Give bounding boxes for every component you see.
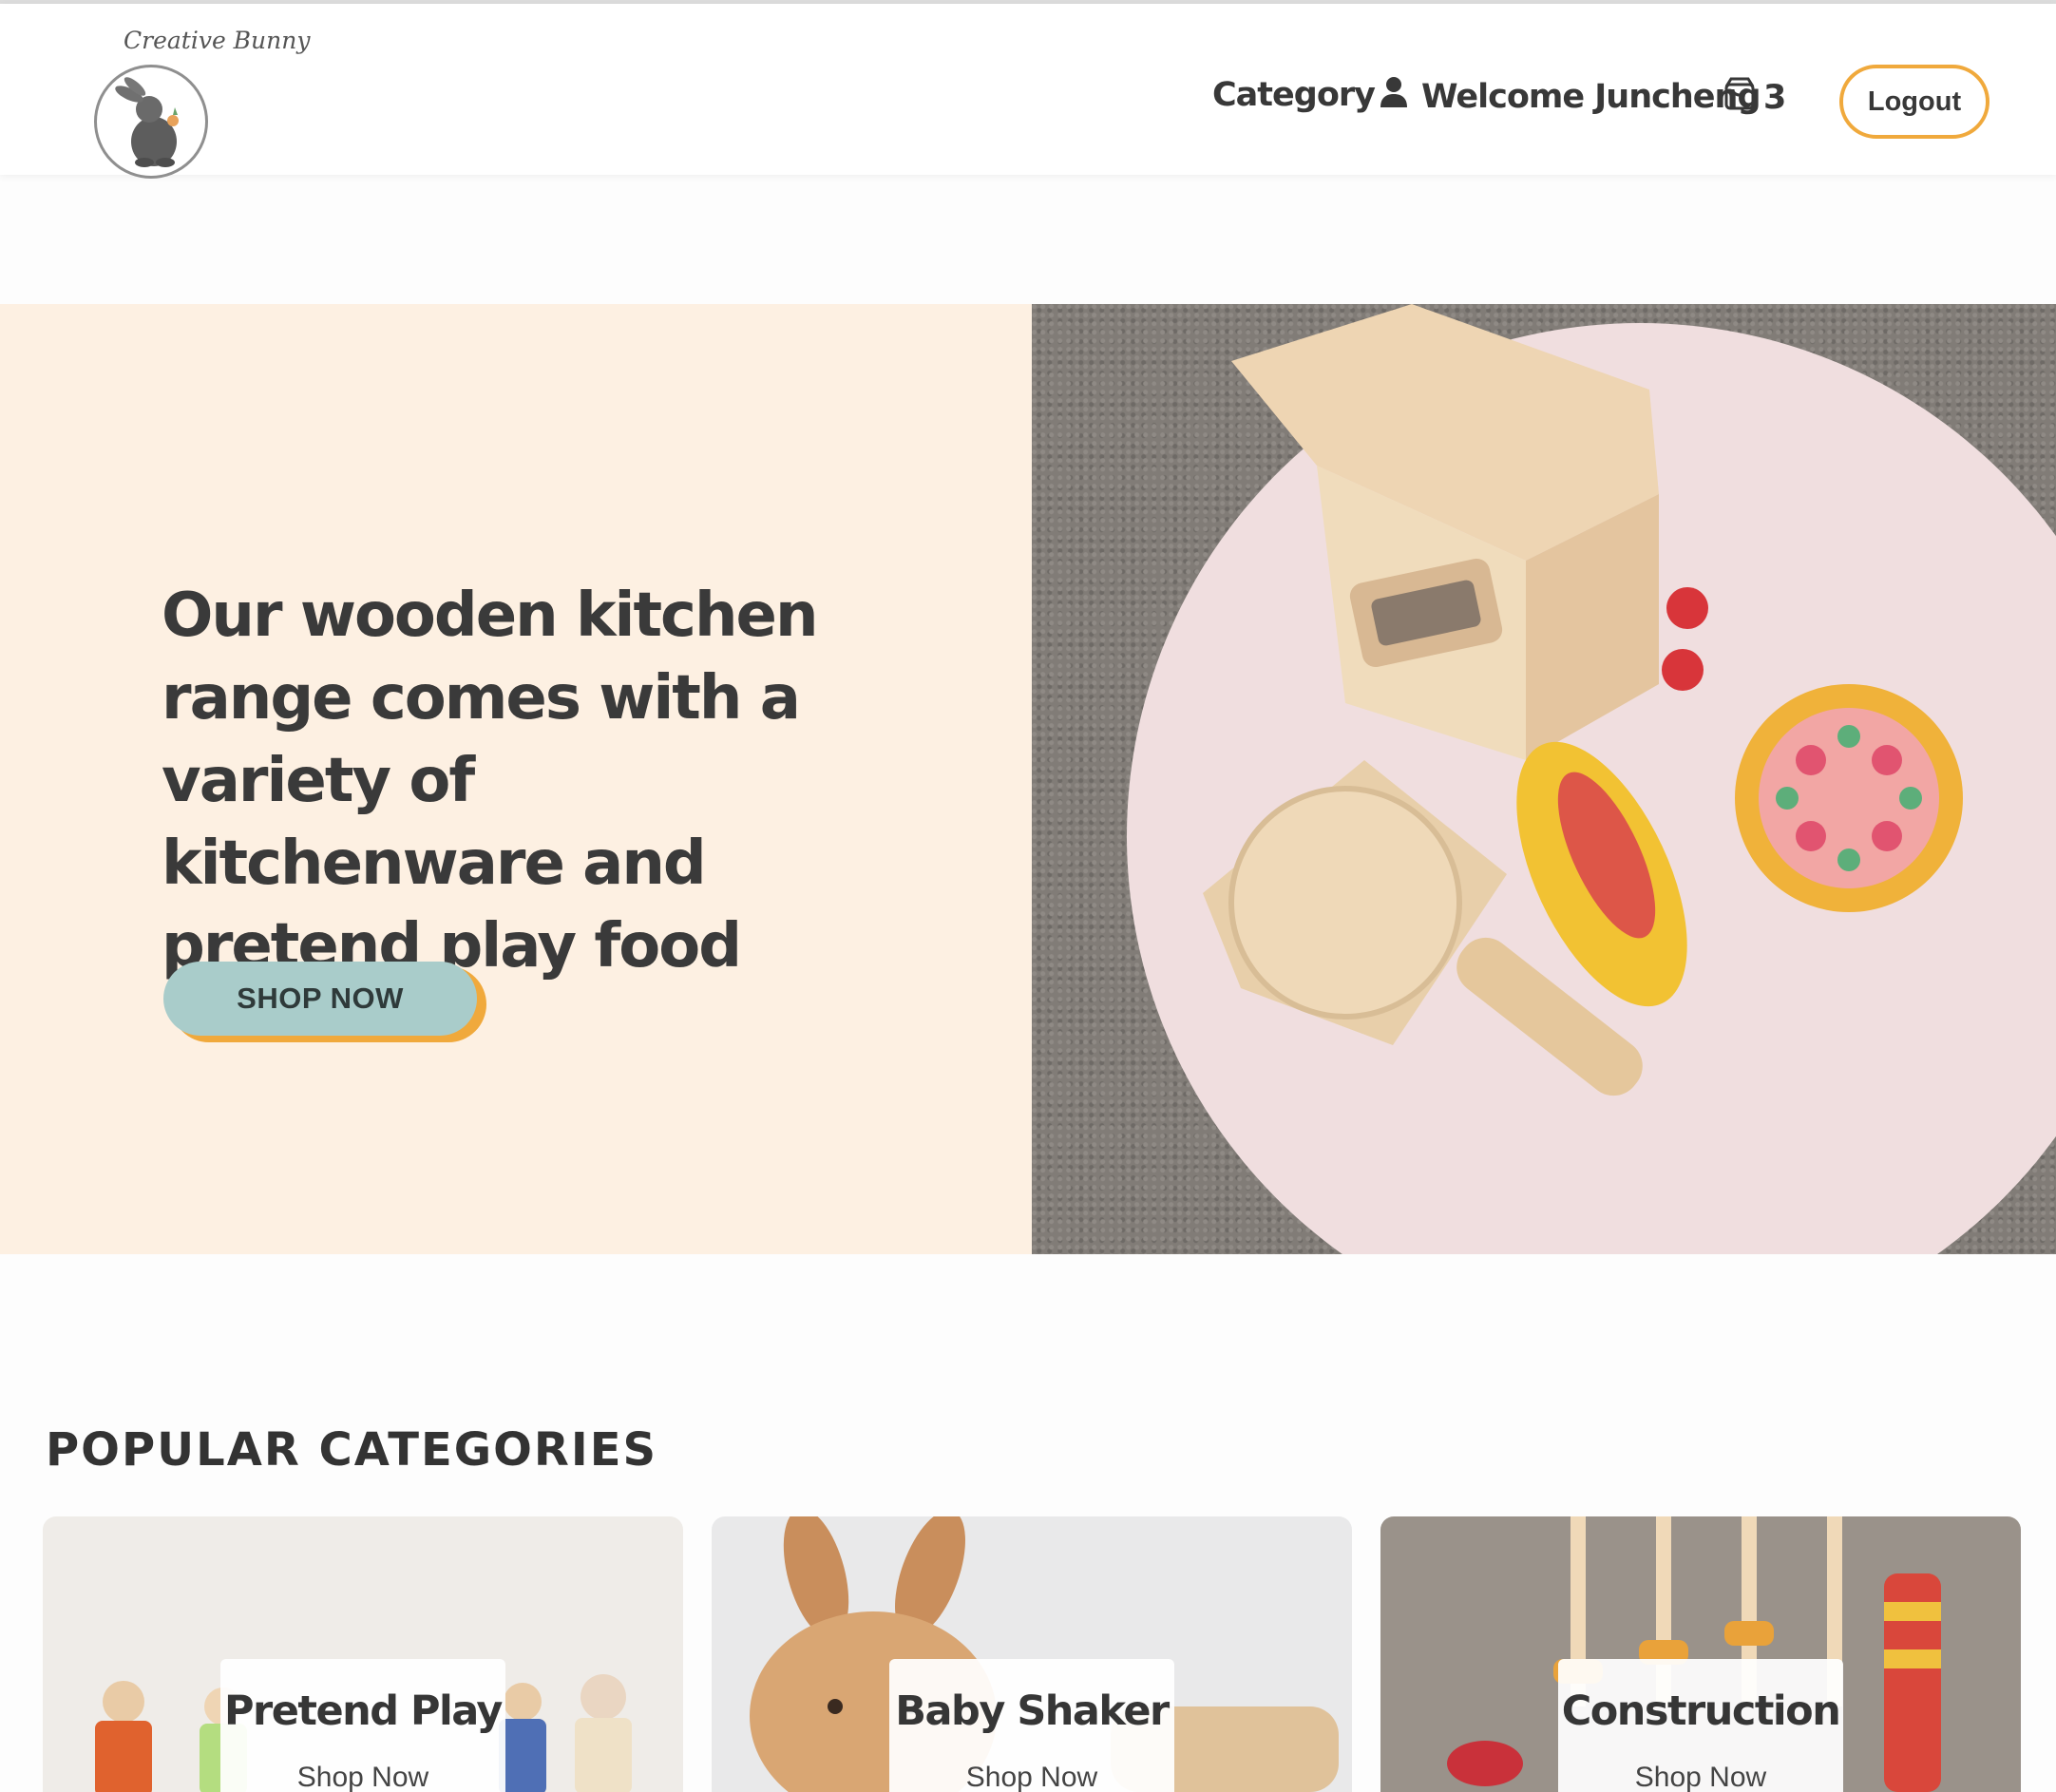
logout-button[interactable]: Logout (1839, 65, 1989, 139)
popular-categories-heading: POPULAR CATEGORIES (46, 1423, 658, 1477)
category-label-box: Pretend Play Shop Now (220, 1659, 505, 1792)
welcome-text: Welcome Juncheng (1421, 77, 1761, 116)
cart-count: 3 (1763, 78, 1786, 117)
hero-image (1032, 304, 2056, 1254)
user-icon (1380, 76, 1408, 117)
shopping-bag-icon (1723, 76, 1756, 119)
logo-text: Creative Bunny (124, 27, 311, 54)
nav-user-menu[interactable]: Welcome Juncheng (1380, 76, 1761, 117)
hero-text-panel: Our wooden kitchen range comes with a va… (0, 304, 1032, 1254)
category-title: Construction (1561, 1687, 1841, 1735)
hero-title: Our wooden kitchen range comes with a va… (162, 581, 819, 982)
nav-category-link[interactable]: Category (1212, 76, 1376, 114)
site-header: Creative Bunny Category Welcome Juncheng (0, 4, 2056, 179)
nav-cart-link[interactable]: 3 (1723, 76, 1786, 119)
brand-logo[interactable]: Creative Bunny (91, 25, 310, 179)
category-card-construction[interactable]: Construction Shop Now (1380, 1516, 2021, 1792)
category-card-baby-shaker[interactable]: Baby Shaker Shop Now (712, 1516, 1352, 1792)
wooden-kitchen-toys-illustration (1127, 304, 2056, 1254)
category-label-box: Construction Shop Now (1558, 1659, 1843, 1792)
category-shop-now-link[interactable]: Shop Now (889, 1762, 1174, 1792)
category-label-box: Baby Shaker Shop Now (889, 1659, 1174, 1792)
category-card-pretend-play[interactable]: Pretend Play Shop Now (43, 1516, 683, 1792)
shop-now-button[interactable]: SHOP NOW (163, 962, 477, 1036)
bunny-logo-icon (94, 65, 208, 179)
category-shop-now-link[interactable]: Shop Now (220, 1762, 505, 1792)
category-title: Baby Shaker (895, 1687, 1170, 1735)
category-title: Pretend Play (224, 1687, 503, 1735)
category-shop-now-link[interactable]: Shop Now (1558, 1762, 1843, 1792)
hero-banner: Our wooden kitchen range comes with a va… (0, 304, 2056, 1254)
